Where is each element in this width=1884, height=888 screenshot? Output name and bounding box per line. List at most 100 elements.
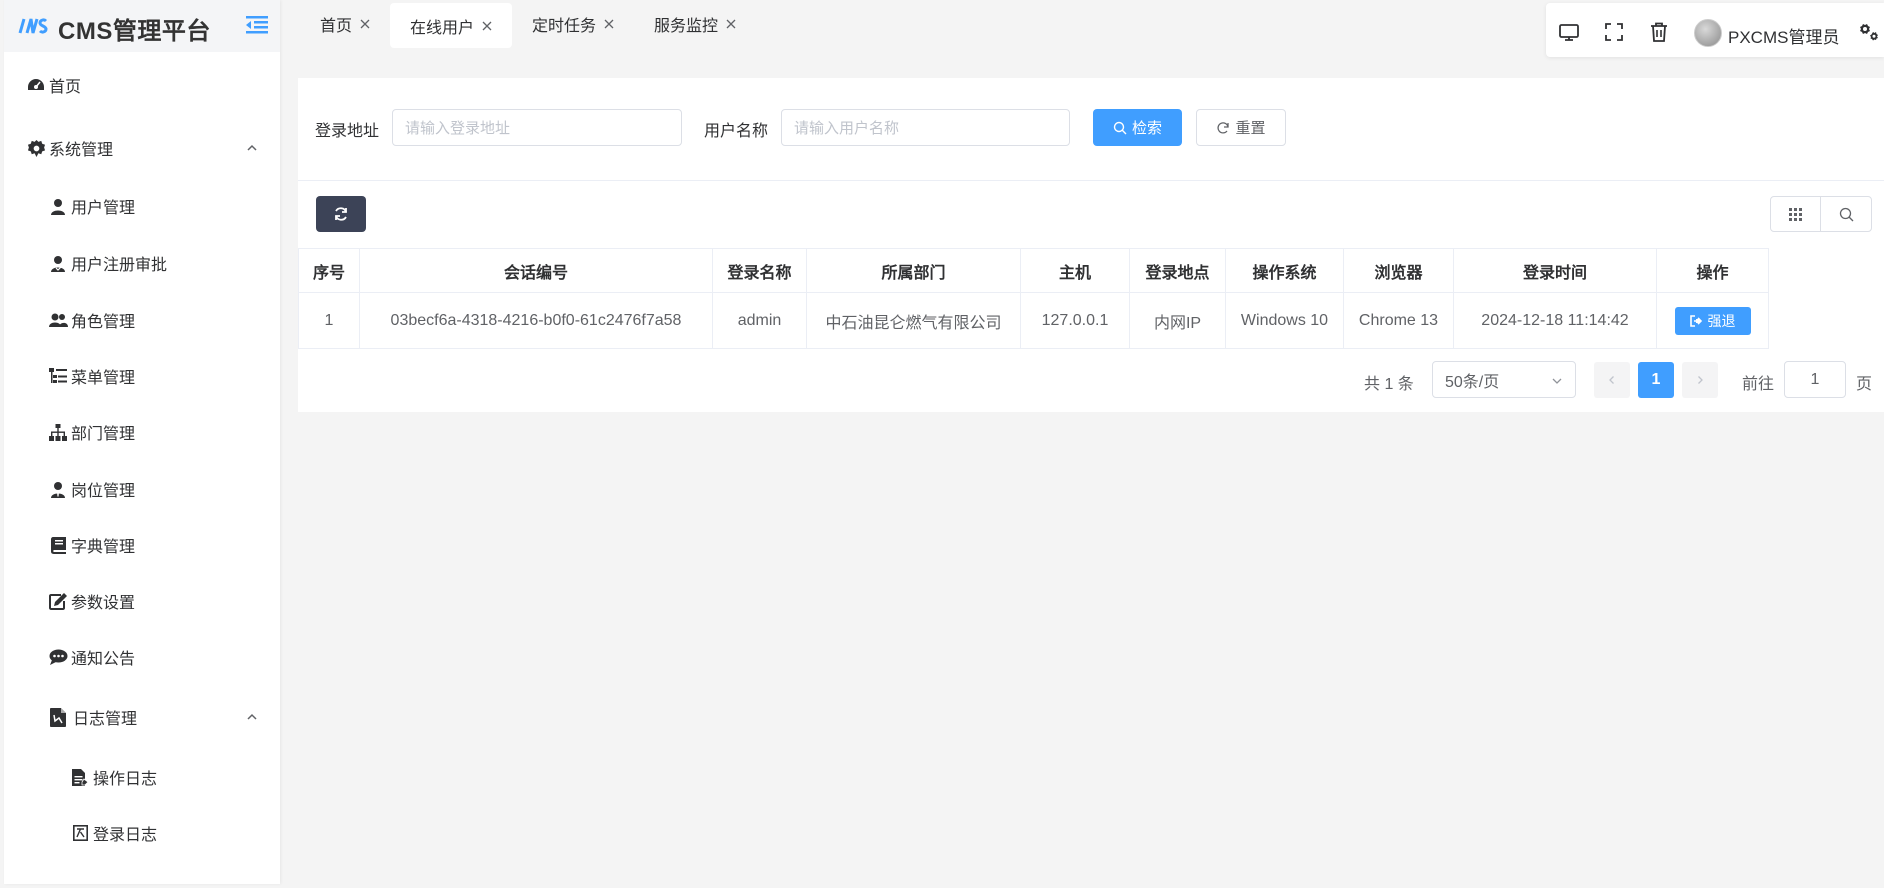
column-header: 主机 [1020, 248, 1130, 293]
chevron-up-icon [247, 713, 257, 720]
sidebar-item-label: 系统管理 [49, 142, 114, 159]
fullscreen-icon[interactable] [1603, 21, 1625, 43]
users-icon [48, 310, 68, 330]
search-button-label: 检索 [1131, 120, 1162, 137]
tab-home[interactable]: 首页 [300, 0, 390, 48]
sidebar-item-roles[interactable]: 角色管理 [4, 294, 280, 346]
sidebar-item-label: 部门管理 [71, 426, 136, 443]
sidebar-item-label: 岗位管理 [71, 483, 136, 500]
column-header: 登录地点 [1129, 248, 1226, 293]
sidebar-item-menus[interactable]: 菜单管理 [4, 350, 280, 402]
login-address-input[interactable]: 请输入登录地址 [392, 109, 682, 146]
column-header: 登录时间 [1453, 248, 1657, 293]
tab-label: 服务监控 [654, 18, 719, 35]
sidebar-item-label: 操作日志 [93, 771, 158, 788]
menu-collapse-icon[interactable] [246, 15, 268, 35]
sidebar-item-dictionary[interactable]: 字典管理 [4, 519, 280, 571]
username-placeholder: 请输入用户名称 [794, 120, 900, 137]
username-input[interactable]: 请输入用户名称 [781, 109, 1070, 146]
cell-login-name: admin [712, 292, 807, 349]
divider [298, 180, 1884, 181]
tab-service-monitor[interactable]: 服务监控 [634, 0, 756, 48]
search-icon [1113, 121, 1127, 134]
sidebar-item-operation-log[interactable]: 操作日志 [4, 751, 280, 803]
sidebar-item-label: 用户管理 [71, 200, 136, 217]
page-size-select[interactable]: 50条/页 [1432, 361, 1576, 398]
tab-label: 定时任务 [532, 18, 597, 35]
user-tie-icon [48, 479, 68, 499]
column-header: 登录名称 [712, 248, 807, 293]
username[interactable]: PXCMS管理员 [1728, 23, 1839, 48]
close-icon[interactable] [482, 21, 492, 31]
tab-label: 首页 [320, 18, 353, 35]
header-toolbar: PXCMS管理员 [1546, 3, 1884, 57]
pagination: 共 1 条 50条/页 1 前往 1 页 [298, 361, 1884, 399]
force-logout-button[interactable]: 强退 [1674, 306, 1751, 335]
close-icon[interactable] [360, 19, 370, 29]
sidebar-item-user-approval[interactable]: 用户注册审批 [4, 237, 280, 289]
sidebar-item-posts[interactable]: 岗位管理 [4, 463, 280, 515]
sync-icon [335, 207, 347, 221]
column-header: 操作系统 [1225, 248, 1344, 293]
close-icon[interactable] [726, 19, 736, 29]
chevron-left-icon [1609, 376, 1614, 384]
monitor-icon[interactable] [1558, 21, 1580, 43]
cell-index: 1 [298, 292, 360, 349]
page-number-button[interactable]: 1 [1638, 362, 1674, 398]
reset-button[interactable]: 重置 [1196, 109, 1286, 146]
sidebar-item-home[interactable]: 首页 [4, 59, 280, 111]
close-icon[interactable] [604, 19, 614, 29]
cell-login-time: 2024-12-18 11:14:42 [1453, 292, 1657, 349]
avatar[interactable] [1694, 19, 1722, 47]
log-file-icon [48, 707, 68, 727]
username-label: 用户名称 [704, 123, 769, 140]
logo-bar: CMS管理平台 [4, 0, 280, 52]
cell-location: 内网IP [1129, 292, 1226, 349]
tab-online-users[interactable]: 在线用户 [390, 3, 513, 48]
next-page-button[interactable] [1682, 362, 1718, 398]
settings-gears-icon[interactable] [1854, 21, 1880, 43]
column-header: 浏览器 [1343, 248, 1454, 293]
login-log-icon [70, 823, 90, 843]
sidebar-item-departments[interactable]: 部门管理 [4, 406, 280, 458]
search-toggle-button[interactable] [1821, 197, 1871, 231]
refresh-icon [1217, 121, 1230, 133]
cell-action: 强退 [1656, 292, 1769, 349]
trash-icon[interactable] [1648, 21, 1670, 43]
cell-os: Windows 10 [1225, 292, 1344, 349]
sidebar-item-logs[interactable]: 日志管理 [4, 691, 280, 743]
tab-bar: 首页 在线用户 定时任务 服务监控 [300, 0, 756, 48]
tab-scheduled-tasks[interactable]: 定时任务 [512, 0, 634, 48]
gear-icon [26, 138, 46, 158]
sidebar-item-login-log[interactable]: 登录日志 [4, 807, 280, 859]
sidebar-item-label: 日志管理 [73, 711, 138, 728]
sidebar-item-label: 参数设置 [71, 595, 136, 612]
table-header-row: 序号 会话编号 登录名称 所属部门 主机 登录地点 操作系统 浏览器 登录时间 … [298, 248, 1769, 293]
column-header: 操作 [1656, 248, 1769, 293]
cell-host: 127.0.0.1 [1020, 292, 1130, 349]
logo-icon [18, 18, 48, 34]
refresh-button[interactable] [316, 196, 366, 232]
cell-dept: 中石油昆仑燃气有限公司 [806, 292, 1021, 349]
prev-page-button[interactable] [1594, 362, 1630, 398]
goto-page-value: 1 [1810, 370, 1820, 388]
table-tools [1770, 196, 1872, 232]
user-check-icon [48, 253, 68, 273]
reset-button-label: 重置 [1235, 120, 1266, 137]
cell-session-id: 03becf6a-4318-4216-b0f0-61c2476f7a58 [359, 292, 713, 349]
sidebar-item-system[interactable]: 系统管理 [4, 122, 280, 174]
sidebar-item-notices[interactable]: 通知公告 [4, 631, 280, 683]
total-count: 共 1 条 [1364, 376, 1414, 393]
sidebar-item-label: 通知公告 [71, 651, 136, 668]
sidebar-item-label: 首页 [49, 79, 82, 96]
goto-page-input[interactable]: 1 [1784, 361, 1846, 398]
cell-browser: Chrome 13 [1343, 292, 1454, 349]
search-button[interactable]: 检索 [1093, 109, 1182, 146]
sidebar-item-params[interactable]: 参数设置 [4, 575, 280, 627]
sidebar-item-users[interactable]: 用户管理 [4, 180, 280, 232]
edit-icon [48, 591, 68, 611]
columns-toggle-button[interactable] [1771, 197, 1821, 231]
sidebar-item-label: 菜单管理 [71, 370, 136, 387]
online-users-table: 序号 会话编号 登录名称 所属部门 主机 登录地点 操作系统 浏览器 登录时间 … [298, 248, 1769, 349]
sidebar-item-label: 登录日志 [93, 827, 158, 844]
